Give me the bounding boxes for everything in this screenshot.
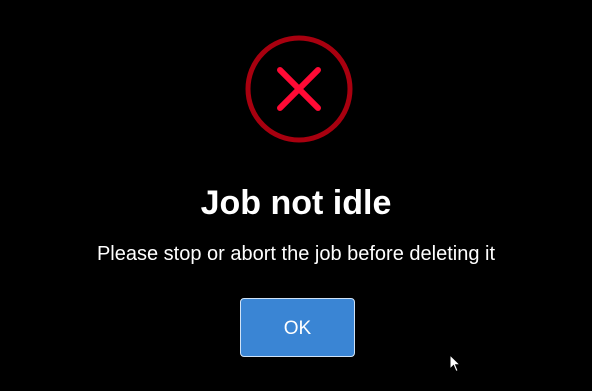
ok-button[interactable]: OK: [240, 298, 355, 357]
dialog-title: Job not idle: [200, 184, 392, 222]
dialog-message: Please stop or abort the job before dele…: [96, 243, 496, 265]
error-x-circle-icon: [244, 34, 354, 144]
error-dialog: Job not idle Please stop or abort the jo…: [0, 0, 592, 391]
mouse-cursor-icon: [449, 353, 462, 373]
